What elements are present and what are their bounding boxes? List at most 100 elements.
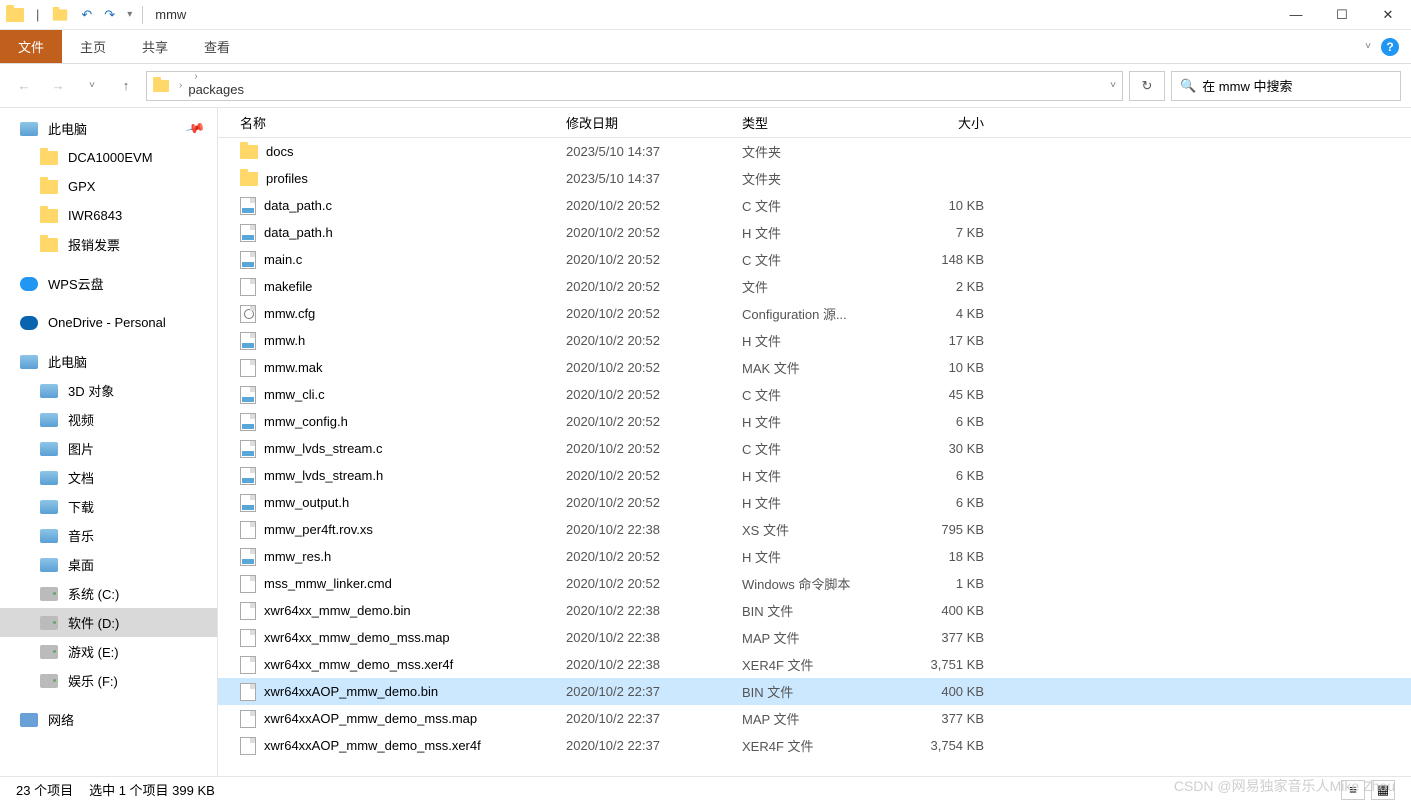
up-button[interactable]: ↑	[112, 72, 140, 100]
minimize-button[interactable]: —	[1273, 0, 1319, 30]
tab-share[interactable]: 共享	[124, 30, 186, 63]
sidebar-pc-item[interactable]: 下载	[0, 492, 217, 521]
breadcrumb[interactable]: › 此电脑›软件 (D:)›TI_SDK›mmwave_sdk_03_05_00…	[146, 71, 1123, 101]
main: 此电脑 📌 DCA1000EVMGPXIWR6843报销发票 WPS云盘 One…	[0, 108, 1411, 776]
pc-icon	[20, 122, 38, 136]
file-icon	[240, 467, 256, 485]
file-date: 2020/10/2 20:52	[566, 495, 742, 510]
file-name: xwr64xx_mmw_demo_mss.xer4f	[264, 657, 453, 672]
table-row[interactable]: mmw_res.h2020/10/2 20:52H 文件18 KB	[218, 543, 1411, 570]
file-date: 2020/10/2 20:52	[566, 468, 742, 483]
sidebar-pc-item[interactable]: 游戏 (E:)	[0, 637, 217, 666]
table-row[interactable]: mss_mmw_linker.cmd2020/10/2 20:52Windows…	[218, 570, 1411, 597]
content: 名称 修改日期 类型 大小 docs2023/5/10 14:37文件夹prof…	[218, 108, 1411, 776]
file-date: 2020/10/2 20:52	[566, 414, 742, 429]
maximize-button[interactable]: ☐	[1319, 0, 1365, 30]
forward-button[interactable]: →	[44, 72, 72, 100]
refresh-button[interactable]: ↻	[1129, 71, 1165, 101]
file-date: 2020/10/2 20:52	[566, 576, 742, 591]
table-row[interactable]: docs2023/5/10 14:37文件夹	[218, 138, 1411, 165]
table-row[interactable]: xwr64xxAOP_mmw_demo.bin2020/10/2 22:37BI…	[218, 678, 1411, 705]
file-size: 148 KB	[898, 252, 984, 267]
table-row[interactable]: profiles2023/5/10 14:37文件夹	[218, 165, 1411, 192]
sidebar-quick-item[interactable]: DCA1000EVM	[0, 143, 217, 172]
sidebar-pc-item[interactable]: 3D 对象	[0, 376, 217, 405]
drive-icon	[40, 616, 58, 630]
back-button[interactable]: ←	[10, 72, 38, 100]
col-type[interactable]: 类型	[742, 113, 898, 132]
view-details-button[interactable]: ≡	[1341, 780, 1365, 800]
sidebar-pc-item[interactable]: 系统 (C:)	[0, 579, 217, 608]
col-size[interactable]: 大小	[898, 113, 984, 132]
view-icons-button[interactable]: ▦	[1371, 780, 1395, 800]
sidebar-quick-item[interactable]: 报销发票	[0, 230, 217, 259]
table-row[interactable]: xwr64xxAOP_mmw_demo_mss.map2020/10/2 22:…	[218, 705, 1411, 732]
search-placeholder: 在 mmw 中搜索	[1202, 76, 1292, 95]
qat-undo[interactable]: ↶	[75, 7, 98, 23]
qat-dropdown[interactable]: ▾	[121, 9, 138, 20]
sidebar-quick-item[interactable]: IWR6843	[0, 201, 217, 230]
sidebar-pc-item[interactable]: 音乐	[0, 521, 217, 550]
file-name: xwr64xxAOP_mmw_demo_mss.map	[264, 711, 477, 726]
sidebar-pc-item[interactable]: 图片	[0, 434, 217, 463]
file-size: 400 KB	[898, 684, 984, 699]
table-row[interactable]: data_path.c2020/10/2 20:52C 文件10 KB	[218, 192, 1411, 219]
file-name: data_path.c	[264, 198, 332, 213]
file-type: H 文件	[742, 547, 898, 566]
file-type: Windows 命令脚本	[742, 574, 898, 593]
tab-view[interactable]: 查看	[186, 30, 248, 63]
file-icon	[240, 602, 256, 620]
sidebar-network[interactable]: 网络	[0, 705, 217, 734]
col-date[interactable]: 修改日期	[566, 113, 742, 132]
sidebar-quick-item[interactable]: GPX	[0, 172, 217, 201]
sidebar-pc-item[interactable]: 文档	[0, 463, 217, 492]
table-row[interactable]: xwr64xx_mmw_demo.bin2020/10/2 22:38BIN 文…	[218, 597, 1411, 624]
history-dropdown[interactable]: ˅	[78, 72, 106, 100]
sidebar-pc-item[interactable]: 桌面	[0, 550, 217, 579]
table-row[interactable]: mmw_per4ft.rov.xs2020/10/2 22:38XS 文件795…	[218, 516, 1411, 543]
table-row[interactable]: mmw_output.h2020/10/2 20:52H 文件6 KB	[218, 489, 1411, 516]
breadcrumb-segment[interactable]: packages	[188, 82, 354, 97]
file-size: 6 KB	[898, 495, 984, 510]
folder-icon	[240, 172, 258, 186]
tab-home[interactable]: 主页	[62, 30, 124, 63]
close-button[interactable]: ✕	[1365, 0, 1411, 30]
qat-redo[interactable]: ↷	[98, 7, 121, 23]
col-name[interactable]: 名称	[240, 113, 566, 132]
search-input[interactable]: 🔍 在 mmw 中搜索	[1171, 71, 1401, 101]
sidebar-onedrive[interactable]: OneDrive - Personal	[0, 308, 217, 337]
table-row[interactable]: xwr64xx_mmw_demo_mss.map2020/10/2 22:38M…	[218, 624, 1411, 651]
sidebar-pc-item[interactable]: 软件 (D:)	[0, 608, 217, 637]
sidebar-wps[interactable]: WPS云盘	[0, 269, 217, 298]
table-row[interactable]: xwr64xxAOP_mmw_demo_mss.xer4f2020/10/2 2…	[218, 732, 1411, 759]
file-name: data_path.h	[264, 225, 333, 240]
file-type: H 文件	[742, 466, 898, 485]
table-row[interactable]: mmw_config.h2020/10/2 20:52H 文件6 KB	[218, 408, 1411, 435]
table-row[interactable]: mmw.mak2020/10/2 20:52MAK 文件10 KB	[218, 354, 1411, 381]
help-icon[interactable]: ?	[1381, 38, 1399, 56]
qat-open-icon[interactable]	[53, 9, 67, 20]
file-name: mmw_config.h	[264, 414, 348, 429]
file-date: 2020/10/2 20:52	[566, 387, 742, 402]
table-row[interactable]: mmw_lvds_stream.c2020/10/2 20:52C 文件30 K…	[218, 435, 1411, 462]
table-row[interactable]: main.c2020/10/2 20:52C 文件148 KB	[218, 246, 1411, 273]
table-row[interactable]: mmw.h2020/10/2 20:52H 文件17 KB	[218, 327, 1411, 354]
table-row[interactable]: makefile2020/10/2 20:52文件2 KB	[218, 273, 1411, 300]
tab-file[interactable]: 文件	[0, 30, 62, 63]
table-row[interactable]: xwr64xx_mmw_demo_mss.xer4f2020/10/2 22:3…	[218, 651, 1411, 678]
table-row[interactable]: data_path.h2020/10/2 20:52H 文件7 KB	[218, 219, 1411, 246]
table-row[interactable]: mmw.cfg2020/10/2 20:52Configuration 源...…	[218, 300, 1411, 327]
file-size: 400 KB	[898, 603, 984, 618]
file-type: 文件	[742, 277, 898, 296]
breadcrumb-dropdown[interactable]: ˅	[1110, 80, 1116, 91]
file-list[interactable]: docs2023/5/10 14:37文件夹profiles2023/5/10 …	[218, 138, 1411, 776]
sidebar-pc-item[interactable]: 视频	[0, 405, 217, 434]
ribbon-expand-icon[interactable]: ˅	[1365, 41, 1371, 52]
sidebar-item-label: 桌面	[68, 555, 94, 574]
sidebar-pc-item[interactable]: 娱乐 (F:)	[0, 666, 217, 695]
table-row[interactable]: mmw_lvds_stream.h2020/10/2 20:52H 文件6 KB	[218, 462, 1411, 489]
file-icon	[240, 251, 256, 269]
sidebar-this-pc[interactable]: 此电脑	[0, 347, 217, 376]
quick-access-pc[interactable]: 此电脑 📌	[0, 114, 217, 143]
table-row[interactable]: mmw_cli.c2020/10/2 20:52C 文件45 KB	[218, 381, 1411, 408]
